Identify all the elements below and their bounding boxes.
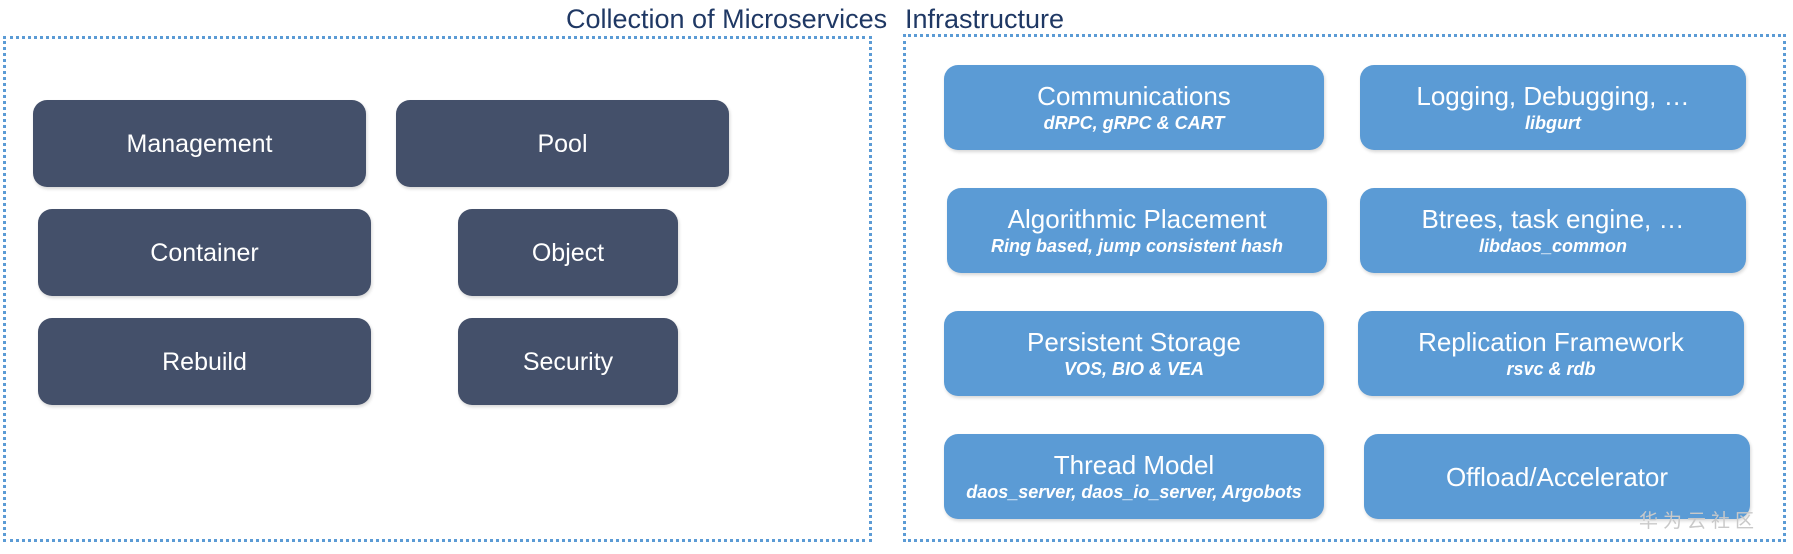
box-pool[interactable]: Pool [396,100,729,187]
box-algorithmic-placement[interactable]: Algorithmic Placement Ring based, jump co… [947,188,1327,273]
box-title: Btrees, task engine, … [1421,204,1685,234]
box-object[interactable]: Object [458,209,678,296]
box-communications[interactable]: Communications dRPC, gRPC & CART [944,65,1324,150]
box-title: Container [150,238,259,267]
box-title: Replication Framework [1418,327,1684,357]
box-subtitle: rsvc & rdb [1506,359,1596,379]
box-persistent-storage[interactable]: Persistent Storage VOS, BIO & VEA [944,311,1324,396]
box-subtitle: daos_server, daos_io_server, Argobots [966,482,1302,502]
diagram-canvas: Collection of Microservices Infrastructu… [0,0,1793,554]
box-subtitle: libdaos_common [1478,236,1628,256]
box-logging-debugging[interactable]: Logging, Debugging, … libgurt [1360,65,1746,150]
box-title: Communications [1037,81,1231,111]
box-subtitle: dRPC, gRPC & CART [1043,113,1225,133]
box-replication-framework[interactable]: Replication Framework rsvc & rdb [1358,311,1744,396]
box-thread-model[interactable]: Thread Model daos_server, daos_io_server,… [944,434,1324,519]
box-security[interactable]: Security [458,318,678,405]
box-title: Rebuild [162,347,247,376]
watermark: 华为云社区 [1639,510,1760,532]
box-title: Persistent Storage [1027,327,1241,357]
infrastructure-panel-title: Infrastructure [905,4,1065,34]
box-title: Pool [537,129,588,158]
box-title: Security [522,347,614,376]
box-title: Management [126,129,273,158]
box-title: Object [531,238,605,267]
box-title: Algorithmic Placement [1007,204,1267,234]
box-subtitle: Ring based, jump consistent hash [990,236,1284,256]
box-subtitle: VOS, BIO & VEA [1063,359,1205,379]
box-management[interactable]: Management [33,100,366,187]
box-subtitle: libgurt [1525,113,1581,133]
box-title: Logging, Debugging, … [1416,81,1690,111]
box-offload-accelerator[interactable]: Offload/Accelerator [1364,434,1750,519]
box-title: Offload/Accelerator [1445,461,1669,492]
box-container[interactable]: Container [38,209,371,296]
box-btrees-task-engine[interactable]: Btrees, task engine, … libdaos_common [1360,188,1746,273]
box-title: Thread Model [1053,450,1215,480]
microservices-panel-title: Collection of Microservices [566,4,888,34]
box-rebuild[interactable]: Rebuild [38,318,371,405]
